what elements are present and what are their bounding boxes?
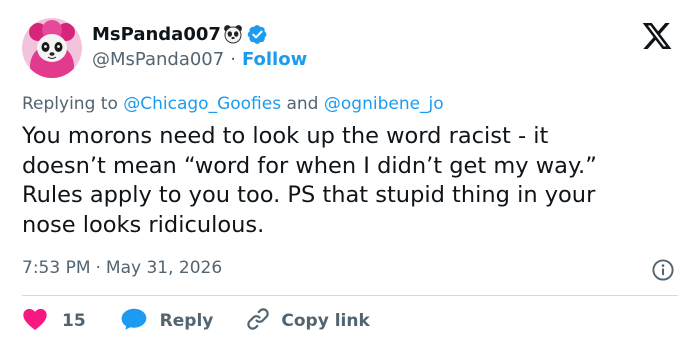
reply-label: Reply: [159, 311, 214, 331]
handle-separator: ·: [230, 48, 236, 70]
info-icon[interactable]: [651, 258, 675, 282]
like-button[interactable]: 15: [22, 307, 86, 336]
panda-avatar-image: [22, 18, 82, 78]
tweet-date: May 31, 2026: [105, 258, 223, 278]
author-display-name[interactable]: MsPanda007: [92, 24, 221, 45]
copy-link-button[interactable]: Copy link: [245, 306, 370, 337]
tweet-time: 7:53 PM: [22, 258, 91, 278]
mention-link-ognibene-jo[interactable]: @ognibene_jo: [324, 94, 444, 114]
reply-bubble-icon: [120, 307, 148, 336]
follow-button[interactable]: Follow: [242, 49, 307, 70]
copy-link-label: Copy link: [281, 311, 370, 331]
author-name-row: MsPanda007: [92, 22, 268, 46]
like-count: 15: [62, 311, 86, 331]
reply-context-prefix: Replying to: [22, 94, 124, 114]
x-logo-icon[interactable]: [640, 20, 674, 52]
avatar[interactable]: [22, 18, 82, 78]
link-icon: [245, 306, 271, 337]
timestamp-separator: ·: [95, 258, 101, 278]
tweet-text: You morons need to look up the word raci…: [22, 123, 597, 238]
author-handle-row: @MsPanda007 · Follow: [92, 47, 307, 71]
tweet-timestamp[interactable]: 7:53 PM · May 31, 2026: [22, 258, 222, 278]
verified-badge-icon: [247, 24, 268, 45]
reply-context: Replying to @Chicago_Goofies and @ognibe…: [22, 94, 444, 114]
heart-icon: [22, 307, 48, 336]
mention-link-chicago-goofies[interactable]: @Chicago_Goofies: [123, 94, 281, 114]
tweet-actions: 15 Reply Copy link: [22, 306, 370, 337]
reply-button[interactable]: Reply: [120, 307, 214, 336]
author-handle[interactable]: @MsPanda007: [92, 49, 224, 70]
reply-context-joiner: and: [281, 94, 324, 114]
panda-face-icon: [223, 24, 243, 44]
divider: [22, 295, 678, 296]
